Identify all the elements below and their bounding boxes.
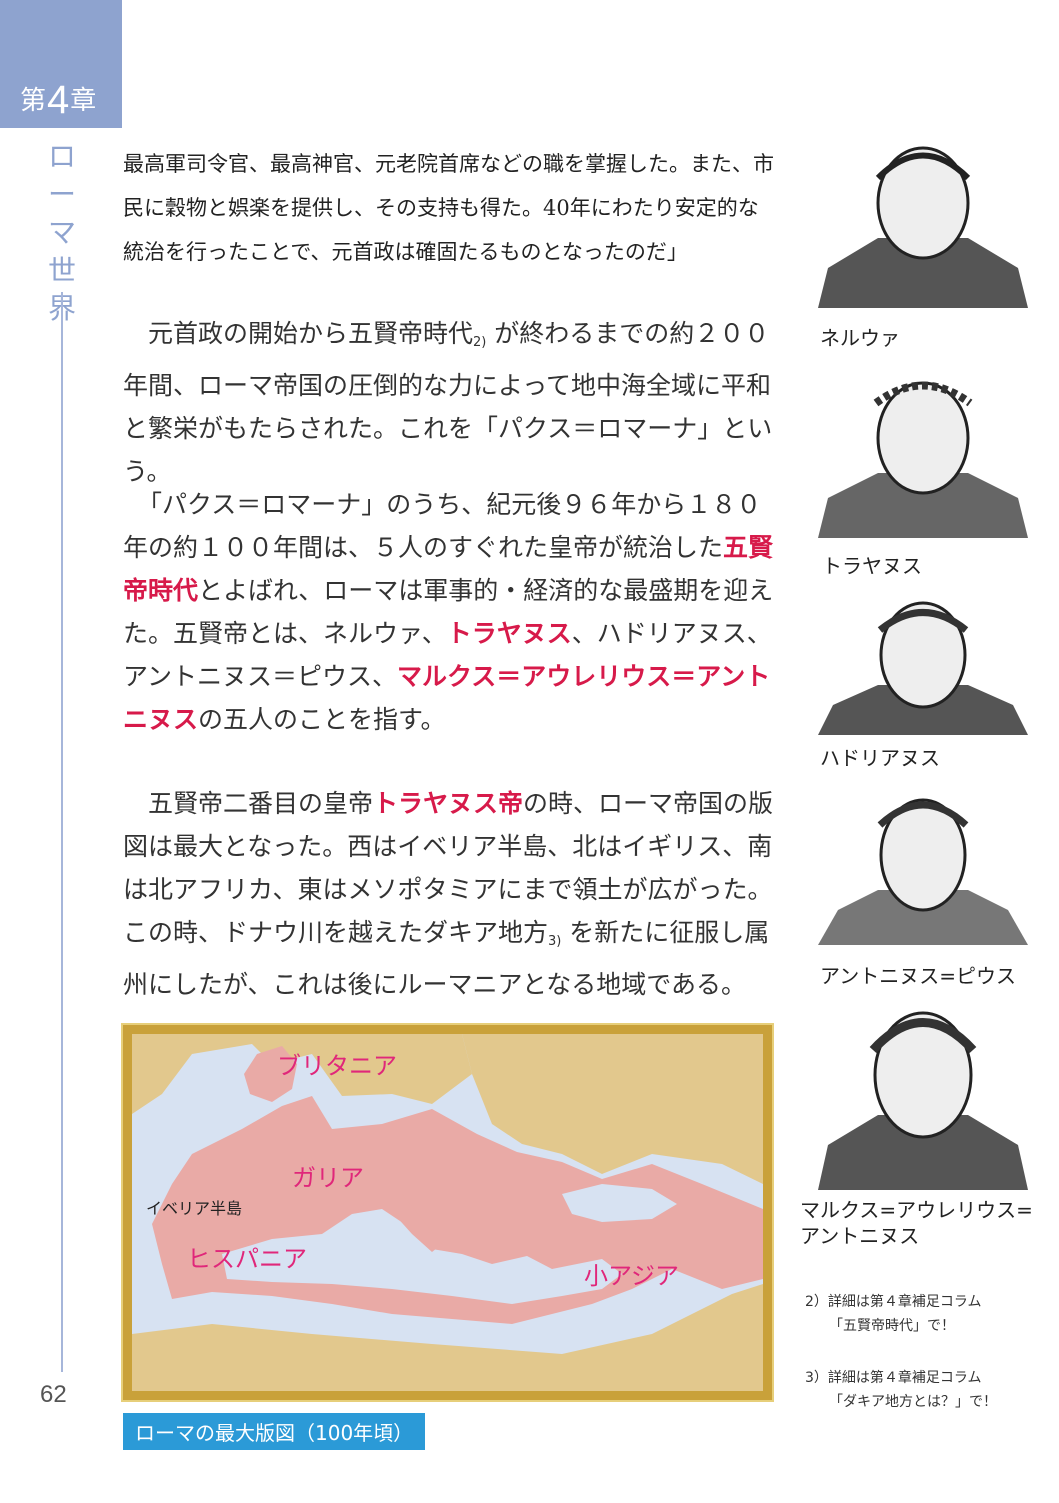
map-label-gallia: ガリア <box>292 1164 364 1192</box>
map-label-hispania: ヒスパニア <box>187 1245 307 1273</box>
map-caption: ローマの最大版図（100年頃） <box>123 1413 426 1450</box>
portrait-nerva <box>818 146 1028 308</box>
portrait-antoninus-pius <box>818 798 1028 945</box>
chapter-suffix: 章 <box>70 86 98 116</box>
map-label-asia-minor: 小アジア <box>584 1262 679 1290</box>
roman-empire-map: ブリタニア ガリア イベリア半島 ヒスパニア 小アジア <box>123 1025 772 1400</box>
portrait-name-trajan: トラヤヌス <box>822 554 922 578</box>
portrait-name-marcus-aurelius: マルクス=アウレリウス= アントニヌス <box>800 1198 1033 1248</box>
portrait-trajan <box>818 381 1028 538</box>
highlight-trajan: トラヤヌス <box>446 619 572 648</box>
map-graphic: ブリタニア ガリア イベリア半島 ヒスパニア 小アジア <box>132 1034 763 1391</box>
chapter-label: 第4章 <box>20 78 97 123</box>
quote-text: 最高軍司令官、最高神官、元老院首席などの職を掌握した。また、市民に穀物と娯楽を提… <box>123 152 774 264</box>
portrait-hadrian <box>818 601 1028 735</box>
paragraph-1: 元首政の開始から五賢帝時代2) が終わるまでの約２００年間、ローマ帝国の圧倒的な… <box>123 319 773 486</box>
paragraph-2: 「パクス＝ロマーナ」のうち、紀元後９６年から１８０年の約１００年間は、５人のすぐ… <box>123 490 774 734</box>
side-divider <box>61 292 63 1372</box>
highlight-trajan-emperor: トラヤヌス帝 <box>373 789 524 818</box>
chapter-number: 4 <box>47 78 71 122</box>
map-label-britannia: ブリタニア <box>277 1052 397 1080</box>
footnote-ref-3[interactable]: 3) <box>548 934 561 949</box>
portrait-name-nerva: ネルウァ <box>820 326 900 350</box>
chapter-prefix: 第 <box>20 86 48 116</box>
footnote-2: 2）詳細は第４章補足コラム 「五賢帝時代」で！ <box>805 1294 982 1334</box>
portrait-marcus-aurelius <box>818 1011 1028 1190</box>
map-label-iberia: イベリア半島 <box>146 1199 242 1218</box>
portrait-name-antoninus-pius: アントニヌス=ピウス <box>820 964 1016 988</box>
footnote-ref-2[interactable]: 2) <box>473 335 486 350</box>
portrait-name-hadrian: ハドリアヌス <box>820 746 940 770</box>
paragraph-3: 五賢帝二番目の皇帝トラヤヌス帝の時、ローマ帝国の版図は最大となった。西はイベリア… <box>123 789 774 999</box>
page-number: 62 <box>40 1381 67 1408</box>
footnote-3: 3）詳細は第４章補足コラム 「ダキア地方とは？」で！ <box>805 1370 997 1410</box>
